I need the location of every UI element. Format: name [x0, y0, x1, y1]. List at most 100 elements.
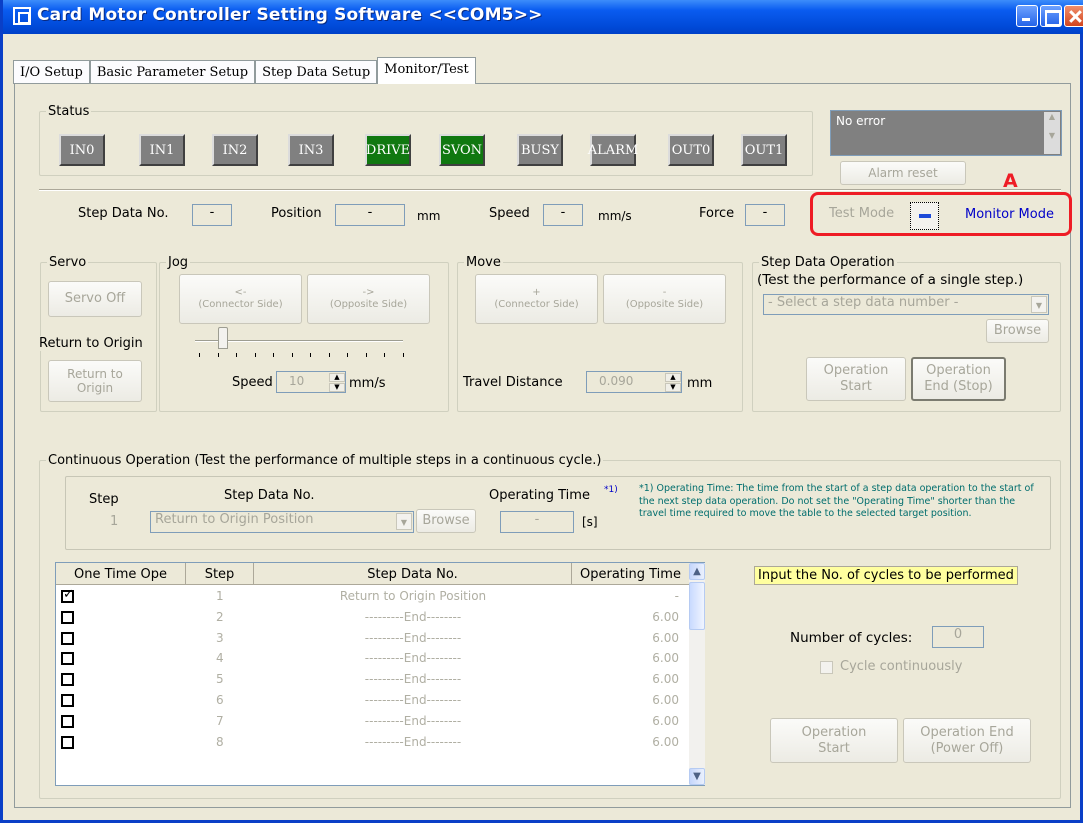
continuous-step-data-select[interactable]: Return to Origin Position ▼ — [150, 511, 414, 533]
row-step-data: Return to Origin Position — [339, 589, 487, 603]
table-row[interactable]: 2 ---------End-------- 6.00 — [56, 609, 689, 629]
position-value: - — [335, 204, 405, 226]
jog-speed-value: 10 — [289, 374, 305, 388]
step-data-operation-desc: (Test the performance of a single step.) — [757, 272, 1024, 288]
jog-left-label: (Connector Side) — [198, 299, 283, 310]
scroll-down-icon[interactable]: ▼ — [1044, 131, 1060, 140]
cont-start-line2: Start — [818, 740, 850, 756]
move-connector-side-button[interactable]: + (Connector Side) — [475, 274, 598, 324]
row-step: 5 — [216, 672, 224, 687]
step-op-end-button[interactable]: Operation End (Stop) — [911, 357, 1006, 401]
step-data-select-value: - Select a step data number - — [768, 295, 959, 310]
close-button[interactable] — [1064, 5, 1083, 27]
tab-io-setup[interactable]: I/O Setup — [13, 60, 90, 84]
chevron-down-icon[interactable]: ▼ — [396, 513, 412, 530]
force-value: - — [745, 204, 785, 226]
one-time-checkbox[interactable] — [61, 735, 74, 749]
op-end-line2: End (Stop) — [924, 379, 993, 394]
col-step[interactable]: Step — [186, 563, 254, 585]
table-row[interactable]: 4 ---------End-------- 6.00 — [56, 650, 689, 670]
op-end-line1: Operation — [926, 363, 991, 379]
step-op-start-button[interactable]: Operation Start — [806, 357, 906, 401]
step-data-no-label: Step Data No. — [78, 206, 169, 221]
spin-down-icon[interactable]: ▼ — [329, 383, 345, 392]
move-legend: Move — [466, 255, 501, 270]
tab-step-data-setup[interactable]: Step Data Setup — [255, 60, 378, 84]
row-step: 7 — [216, 713, 224, 728]
continuous-end-button[interactable]: Operation End (Power Off) — [903, 718, 1031, 763]
chevron-down-icon[interactable]: ▼ — [1031, 296, 1047, 313]
one-time-checkbox[interactable] — [61, 631, 74, 645]
tab-basic-parameter-setup[interactable]: Basic Parameter Setup — [89, 60, 256, 84]
cycle-continuously-label: Cycle continuously — [840, 659, 963, 674]
step-data-select[interactable]: - Select a step data number - ▼ — [763, 294, 1049, 315]
title-bar: Card Motor Controller Setting Software <… — [3, 0, 1083, 34]
position-unit: mm — [417, 209, 441, 223]
speed-label: Speed — [489, 206, 530, 221]
scroll-up-icon[interactable]: ▲ — [1044, 112, 1060, 121]
col-step-data-no[interactable]: Step Data No. — [254, 563, 572, 585]
position-label: Position — [271, 206, 322, 221]
operating-time-input[interactable]: - — [500, 511, 574, 533]
return-to-origin-button[interactable]: Return to Origin — [48, 360, 142, 402]
row-operating-time: 6.00 — [652, 713, 679, 728]
error-display: No error — [830, 110, 1062, 156]
table-row[interactable]: 5 ---------End-------- 6.00 — [56, 671, 689, 691]
return-to-origin-line1: Return to — [67, 366, 123, 381]
table-row[interactable]: 1 Return to Origin Position - — [56, 587, 689, 608]
tab-monitor-test[interactable]: Monitor/Test — [377, 57, 476, 84]
jog-speed-spinner[interactable]: 10 ▲ ▼ — [276, 371, 346, 393]
spin-down-icon[interactable]: ▼ — [665, 383, 681, 392]
scroll-down-icon[interactable]: ▼ — [689, 768, 705, 785]
jog-right-label: (Opposite Side) — [329, 299, 408, 310]
move-left-label: (Connector Side) — [494, 299, 579, 310]
number-of-cycles-input[interactable]: 0 — [932, 626, 984, 648]
one-time-checkbox[interactable] — [61, 587, 74, 603]
spin-up-icon[interactable]: ▲ — [665, 373, 681, 382]
op-start-line1: Operation — [823, 363, 889, 379]
table-row[interactable]: 3 ---------End-------- 6.00 — [56, 630, 689, 650]
maximize-button[interactable] — [1040, 5, 1062, 27]
row-step: 6 — [216, 693, 224, 707]
one-time-checkbox[interactable] — [61, 673, 74, 687]
jog-connector-side-button[interactable]: <- (Connector Side) — [179, 274, 302, 324]
app-icon — [13, 7, 31, 25]
row-step-data: ---------End-------- — [364, 693, 462, 707]
continuous-step-data-value: Return to Origin Position — [155, 512, 314, 527]
continuous-start-button[interactable]: Operation Start — [770, 718, 898, 763]
step-op-browse-button[interactable]: Browse — [986, 319, 1049, 343]
spin-up-icon[interactable]: ▲ — [329, 373, 345, 382]
minimize-button[interactable] — [1016, 5, 1038, 27]
operating-time-unit: [s] — [582, 515, 598, 529]
travel-distance-spinner[interactable]: 0.090 ▲ ▼ — [586, 371, 682, 393]
table-scrollbar[interactable]: ▲ ▼ — [689, 563, 705, 785]
status-indicator-in1: IN1 — [139, 134, 185, 166]
slider-thumb[interactable] — [218, 327, 228, 349]
one-time-checkbox[interactable] — [61, 610, 74, 624]
table-row[interactable]: 8 ---------End-------- 6.00 — [56, 734, 689, 754]
one-time-checkbox[interactable] — [61, 652, 74, 666]
row-step: 4 — [216, 651, 224, 666]
col-one-time-ope[interactable]: One Time Ope — [56, 563, 186, 585]
status-indicator-in0: IN0 — [59, 134, 105, 166]
travel-distance-unit: mm — [687, 376, 713, 391]
scroll-thumb[interactable] — [689, 582, 705, 630]
one-time-checkbox[interactable] — [61, 714, 74, 728]
table-row[interactable]: 6 ---------End-------- 6.00 — [56, 692, 689, 712]
move-opposite-side-button[interactable]: - (Opposite Side) — [603, 274, 726, 324]
status-indicator-in3: IN3 — [288, 134, 334, 166]
row-step-data: ---------End-------- — [364, 734, 462, 749]
servo-off-button[interactable]: Servo Off — [48, 281, 142, 317]
scroll-up-icon[interactable]: ▲ — [689, 563, 705, 580]
error-scrollbar[interactable]: ▲ ▼ — [1044, 112, 1060, 154]
jog-opposite-side-button[interactable]: -> (Opposite Side) — [307, 274, 430, 324]
row-step-data: ---------End-------- — [364, 713, 462, 728]
table-row[interactable]: 7 ---------End-------- 6.00 — [56, 713, 689, 733]
continuous-browse-button[interactable]: Browse — [416, 509, 476, 533]
cycle-continuously-checkbox[interactable] — [820, 661, 833, 674]
row-step: 3 — [216, 630, 224, 645]
col-operating-time[interactable]: Operating Time — [572, 563, 689, 585]
one-time-checkbox[interactable] — [61, 694, 74, 707]
slider-tick — [199, 353, 200, 357]
alarm-reset-button[interactable]: Alarm reset — [840, 161, 966, 185]
